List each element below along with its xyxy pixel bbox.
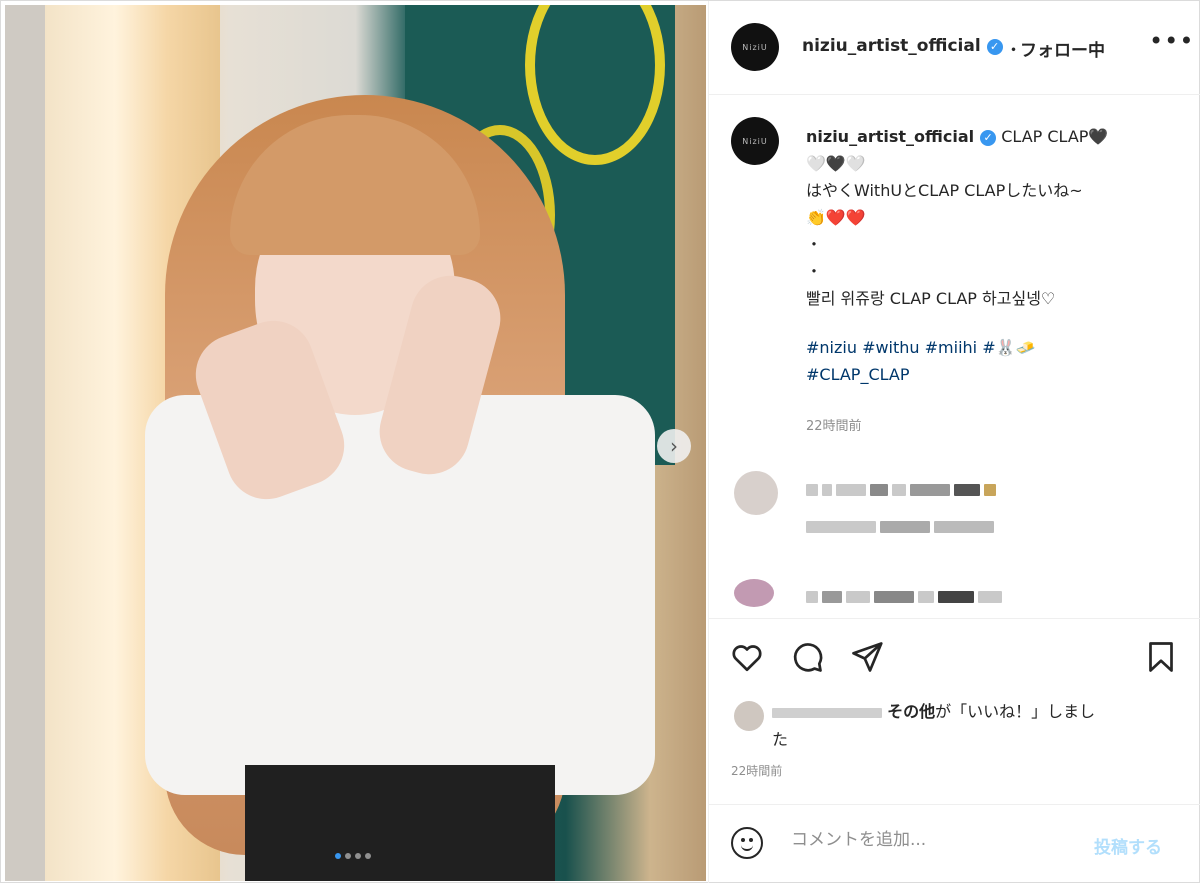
carousel-dot[interactable] — [355, 853, 361, 859]
carousel-dot[interactable] — [365, 853, 371, 859]
post-caption: niziu_artist_official ✓ CLAP CLAP🖤 🤍🖤🤍 はや… — [806, 123, 1186, 388]
chevron-right-icon: › — [670, 434, 678, 458]
carousel-next-button[interactable]: › — [657, 429, 691, 463]
avatar-logo: NiziU — [742, 42, 768, 52]
post-side-panel: NiziU niziu_artist_official ✓ ・ フォロー中 •••… — [708, 1, 1200, 883]
comment-input[interactable] — [789, 829, 1083, 851]
caption-line: 🤍🖤🤍 — [806, 154, 866, 173]
bookmark-icon[interactable] — [1143, 639, 1179, 675]
photo-wall — [5, 5, 45, 881]
caption-username[interactable]: niziu_artist_official — [806, 127, 974, 146]
likes-others-link[interactable]: その他 — [887, 702, 935, 721]
photo-top — [245, 765, 555, 881]
liked-by-text: その他が「いいね！」しました — [734, 698, 1184, 754]
avatar-logo: NiziU — [742, 136, 768, 146]
blurred-username[interactable] — [772, 707, 882, 718]
post-photo[interactable]: › — [5, 5, 706, 881]
emoji-icon[interactable] — [731, 827, 763, 859]
comment-avatar[interactable] — [734, 579, 774, 607]
caption-hashtags[interactable]: #CLAP_CLAP — [806, 361, 1186, 388]
post-timestamp[interactable]: 22時間前 — [731, 762, 782, 779]
following-button[interactable]: フォロー中 — [1020, 36, 1105, 61]
graffiti-shape — [525, 5, 665, 165]
blurred-comment-line — [806, 484, 996, 496]
caption-gap — [806, 312, 1186, 334]
post-header: NiziU niziu_artist_official ✓ ・ フォロー中 ••• — [709, 1, 1200, 95]
carousel-dot[interactable] — [345, 853, 351, 859]
verified-check-icon: ✓ — [986, 39, 1003, 55]
caption-line: はやくWithUとCLAP CLAPしたいね~ — [806, 181, 1083, 200]
comment-avatar[interactable] — [734, 471, 778, 515]
caption-line: CLAP CLAP🖤 — [1001, 127, 1109, 146]
post-frame: › NiziU niziu_artist_official ✓ ・ フォロー中 •… — [0, 0, 1200, 883]
caption-timestamp[interactable]: 22時間前 — [806, 415, 862, 434]
caption-line: ・ — [806, 262, 823, 281]
caption-line: 👏❤️❤️ — [806, 208, 866, 227]
carousel-dots — [335, 853, 371, 859]
likes-suffix-wrap: た — [772, 730, 789, 749]
likes-suffix: が「いいね！」しまし — [935, 702, 1096, 721]
post-actions — [709, 618, 1200, 702]
blurred-comment-line — [806, 521, 994, 533]
caption-avatar[interactable]: NiziU — [731, 117, 779, 165]
paper-plane-icon[interactable] — [849, 639, 885, 675]
caption-hashtags[interactable]: #niziu #withu #miihi #🐰🧈 — [806, 334, 1186, 361]
header-username[interactable]: niziu_artist_official ✓ — [802, 36, 1003, 56]
verified-check-icon: ✓ — [980, 130, 997, 146]
blurred-comment-line — [806, 591, 1002, 603]
carousel-dot[interactable] — [335, 853, 341, 859]
caption-line: ・ — [806, 235, 823, 254]
comment-box: 投稿する — [709, 804, 1200, 884]
more-horizontal-icon[interactable]: ••• — [1149, 27, 1194, 55]
caption-line: 빨리 위쥬랑 CLAP CLAP 하고싶넹♡ — [806, 289, 1056, 308]
username-text[interactable]: niziu_artist_official — [802, 36, 981, 56]
comment-icon[interactable] — [789, 639, 825, 675]
heart-icon[interactable] — [729, 639, 765, 675]
post-button[interactable]: 投稿する — [1094, 833, 1162, 858]
avatar[interactable]: NiziU — [731, 23, 779, 71]
